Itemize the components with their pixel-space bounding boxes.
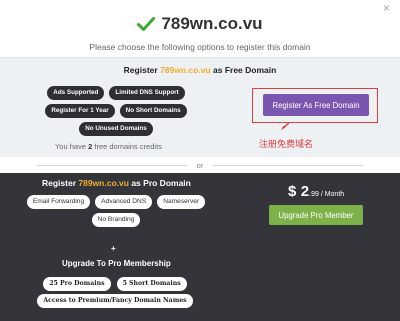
close-icon[interactable]: × [383,2,390,14]
feature-badge: No Branding [91,213,141,227]
pro-heading-suffix: as Pro Domain [131,178,191,188]
price-currency: $ [288,183,297,200]
pro-heading-prefix: Register [42,178,77,188]
annotation-highlight-box: Register As Free Domain [252,88,378,123]
free-features: Ads Supported Limited DNS Support Regist… [36,86,196,140]
checkmark-icon [137,17,156,31]
free-heading-domain: 789wn.co.vu [160,65,211,75]
divider-line [36,164,187,166]
free-heading-suffix: as Free Domain [213,65,277,75]
subtitle: Please choose the following options to r… [89,42,311,52]
membership-badge: Access to Premium/Fancy Domain Names [37,294,193,308]
pro-features: Email Forwarding Advanced DNS Nameserver… [16,195,216,231]
or-divider: or [0,157,400,173]
upgrade-heading: Upgrade To Pro Membership [62,259,171,268]
feature-badge: Advanced DNS [95,195,153,209]
membership-features: 25 Pro Domains 5 Short Domains Access to… [30,277,200,311]
feature-badge: Nameserver [157,195,206,209]
feature-badge: No Unused Domains [79,122,153,136]
feature-badge: No Short Domains [119,104,187,118]
free-heading: Register 789wn.co.vu as Free Domain [0,65,400,75]
register-free-button[interactable]: Register As Free Domain [263,94,369,116]
or-label: or [196,160,204,170]
pro-heading-domain: 789wn.co.vu [78,178,129,188]
credits-text: You have 2 free domains credits [55,142,162,151]
pro-domain-section: Register 789wn.co.vu as Pro Domain Email… [0,173,400,321]
membership-badge: 25 Pro Domains [43,277,111,291]
free-heading-prefix: Register [123,65,158,75]
domain-title: 789wn.co.vu [161,14,263,33]
dialog-header: 789wn.co.vu Please choose the following … [0,0,400,57]
annotation-label: 注册免费域名 [259,140,314,150]
price-label: $ 2.99 / Month [288,183,344,201]
feature-badge: Ads Supported [47,86,105,100]
pro-heading: Register 789wn.co.vu as Pro Domain [42,178,191,188]
arrow-icon [281,122,290,130]
free-domain-section: Register 789wn.co.vu as Free Domain Ads … [0,57,400,157]
upgrade-pro-button[interactable]: Upgrade Pro Member [269,205,363,225]
credits-count: 2 [88,142,93,151]
feature-badge: Email Forwarding [26,195,91,209]
feature-badge: Register For 1 Year [45,104,115,118]
credits-suffix: free domains credits [94,142,162,151]
membership-badge: 5 Short Domains [116,277,187,291]
price-cents: .99 / Month [309,191,345,198]
credits-prefix: You have [55,142,87,151]
divider-line [213,164,364,166]
feature-badge: Limited DNS Support [109,86,185,100]
price-amount: 2 [300,183,310,200]
plus-sign: + [111,244,116,253]
